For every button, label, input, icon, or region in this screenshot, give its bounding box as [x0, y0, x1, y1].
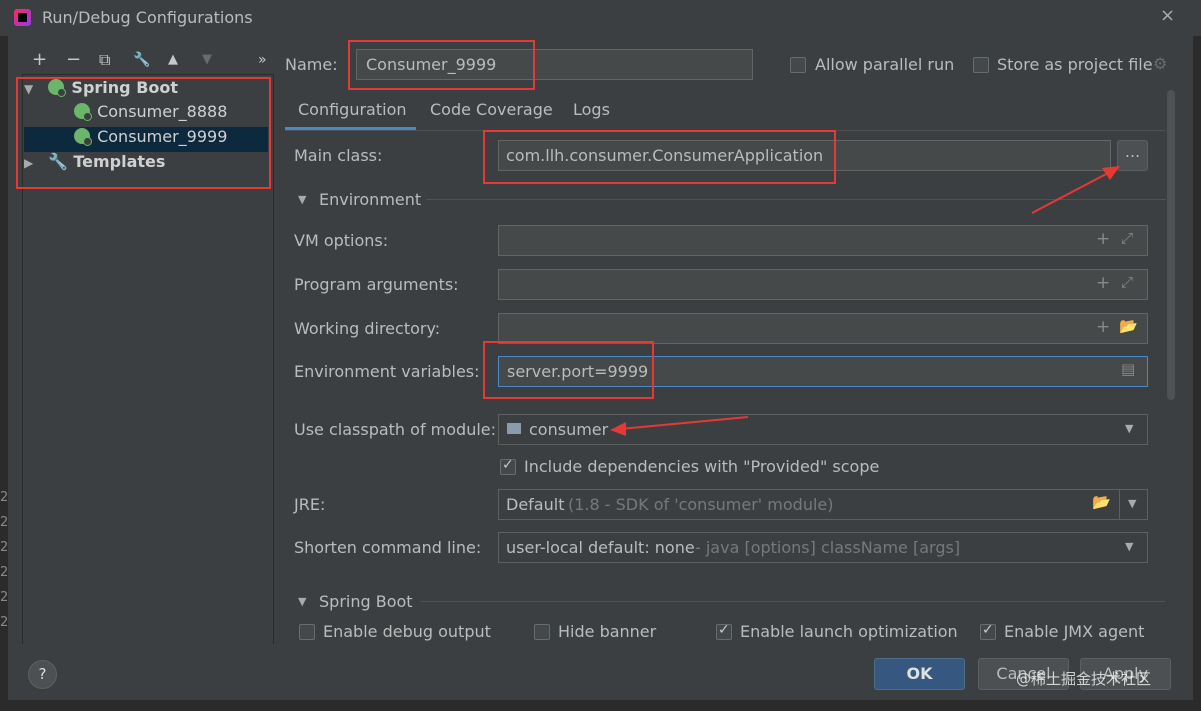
- add-icon[interactable]: +: [1096, 273, 1110, 293]
- tab-configuration[interactable]: Configuration: [298, 100, 407, 119]
- program-args-field[interactable]: + ⤢: [498, 269, 1148, 300]
- program-args-label: Program arguments:: [294, 275, 459, 294]
- env-vars-label: Environment variables:: [294, 362, 480, 381]
- annotation-box: [348, 40, 535, 90]
- scrollbar[interactable]: [1167, 90, 1175, 400]
- enable-debug-checkbox[interactable]: [299, 624, 315, 640]
- vm-options-field[interactable]: + ⤢: [498, 225, 1148, 256]
- name-label: Name:: [285, 55, 338, 74]
- jre-dropdown-button[interactable]: ▼: [1119, 489, 1148, 520]
- environment-section-title: Environment: [319, 190, 422, 209]
- tab-logs[interactable]: Logs: [573, 100, 610, 119]
- chevron-down-icon: ▼: [1125, 422, 1134, 435]
- expand-icon[interactable]: ⤢: [1121, 273, 1133, 291]
- enable-launch-checkbox[interactable]: [716, 622, 732, 640]
- chevron-down-icon: ▼: [1125, 540, 1134, 553]
- store-project-checkbox[interactable]: [973, 57, 989, 73]
- enable-launch-label: Enable launch optimization: [740, 622, 958, 641]
- chevron-down-icon: ▼: [1128, 497, 1137, 510]
- editor-background-bottom: [0, 700, 1201, 711]
- jre-label: JRE:: [294, 495, 326, 514]
- tab-code-coverage[interactable]: Code Coverage: [430, 100, 553, 119]
- enable-jmx-checkbox[interactable]: [980, 622, 996, 640]
- intellij-logo-icon: [14, 9, 31, 26]
- classpath-dropdown[interactable]: consumer ▼: [498, 414, 1148, 445]
- allow-parallel-label: Allow parallel run: [815, 55, 955, 74]
- jre-hint: (1.8 - SDK of 'consumer' module): [568, 495, 834, 514]
- close-icon[interactable]: ×: [1160, 5, 1175, 26]
- include-deps-label: Include dependencies with "Provided" sco…: [524, 457, 880, 476]
- annotation-arrow: [610, 416, 749, 436]
- shorten-value: user-local default: none: [506, 538, 695, 557]
- spring-boot-section-title: Spring Boot: [319, 592, 413, 611]
- shorten-label: Shorten command line:: [294, 538, 482, 557]
- annotation-box: [16, 77, 271, 189]
- annotation-box: [483, 341, 654, 399]
- collapse-arrow-icon[interactable]: ▼: [298, 193, 306, 206]
- editor-background-right: [1193, 36, 1201, 711]
- add-icon[interactable]: +: [1096, 229, 1110, 249]
- enable-debug-label: Enable debug output: [323, 622, 491, 641]
- classpath-label: Use classpath of module:: [294, 420, 497, 439]
- gear-icon[interactable]: ⚙: [1153, 54, 1167, 73]
- wrench-icon[interactable]: 🔧: [133, 50, 150, 70]
- enable-jmx-label: Enable JMX agent: [1004, 622, 1145, 641]
- expand-icon[interactable]: ⤢: [1121, 229, 1133, 247]
- move-up-icon[interactable]: ▲: [168, 50, 178, 70]
- document-icon[interactable]: ▤: [1121, 360, 1135, 378]
- watermark: @稀土掘金技术社区: [1016, 670, 1152, 688]
- more-icon[interactable]: »: [258, 50, 267, 70]
- move-down-icon[interactable]: ▼: [202, 50, 212, 70]
- hide-banner-label: Hide banner: [558, 622, 657, 641]
- ok-button[interactable]: OK: [874, 658, 965, 690]
- allow-parallel-checkbox[interactable]: [790, 57, 806, 73]
- hide-banner-checkbox[interactable]: [534, 624, 550, 640]
- folder-icon[interactable]: 📂: [1119, 317, 1138, 335]
- add-icon[interactable]: +: [1096, 317, 1110, 337]
- editor-background-left: [0, 36, 8, 711]
- jre-value: Default: [506, 495, 565, 514]
- shorten-dropdown[interactable]: user-local default: none - java [options…: [498, 532, 1148, 563]
- include-deps-checkbox[interactable]: [500, 457, 516, 475]
- help-button[interactable]: ?: [28, 660, 57, 689]
- section-divider: [420, 601, 1165, 602]
- copy-icon[interactable]: ⧉: [99, 50, 110, 70]
- folder-icon[interactable]: 📂: [1092, 493, 1111, 511]
- classpath-value: consumer: [529, 420, 609, 439]
- vm-options-label: VM options:: [294, 231, 389, 250]
- collapse-arrow-icon[interactable]: ▼: [298, 595, 306, 608]
- annotation-arrow: [1031, 166, 1120, 214]
- store-project-label: Store as project file: [997, 55, 1153, 74]
- main-class-label: Main class:: [294, 146, 383, 165]
- module-folder-icon: [507, 423, 521, 434]
- jre-field[interactable]: Default (1.8 - SDK of 'consumer' module)…: [498, 489, 1120, 520]
- remove-icon[interactable]: −: [66, 50, 81, 70]
- working-dir-label: Working directory:: [294, 319, 441, 338]
- add-icon[interactable]: +: [32, 50, 47, 70]
- working-dir-field[interactable]: + 📂: [498, 313, 1148, 344]
- annotation-box: [483, 130, 836, 184]
- shorten-hint: - java [options] className [args]: [695, 538, 961, 557]
- window-title: Run/Debug Configurations: [42, 8, 253, 27]
